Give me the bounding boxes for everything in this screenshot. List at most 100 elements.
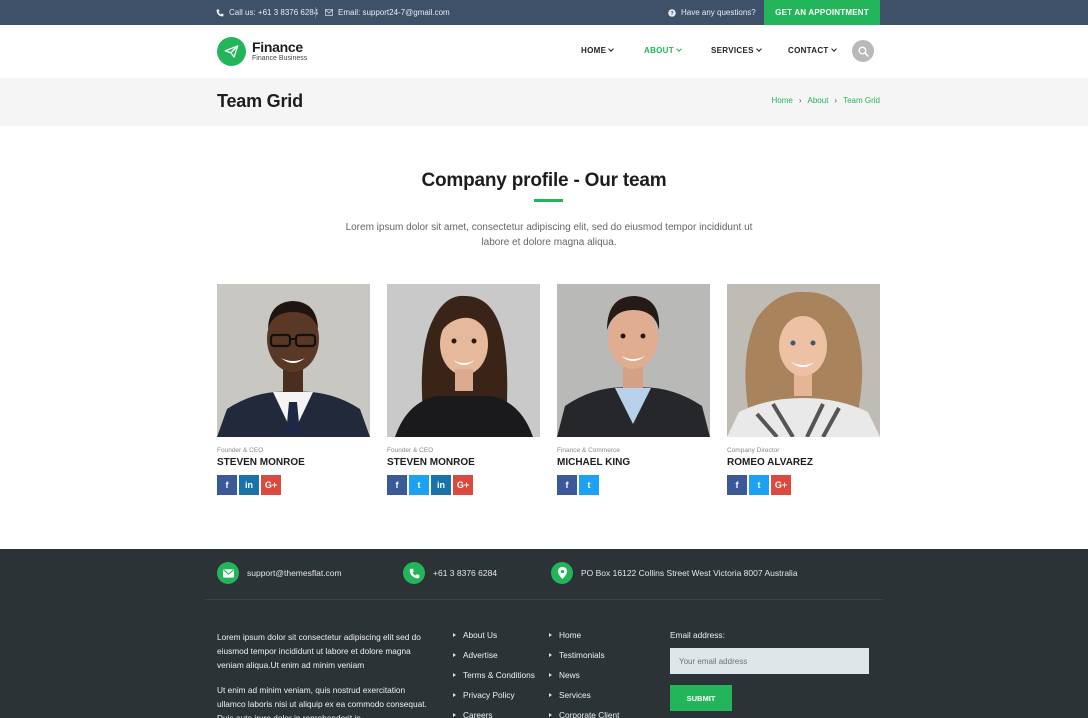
phone-icon <box>403 562 425 584</box>
team-member-name: STEVEN MONROE <box>387 457 475 468</box>
team-card: Finance & Commerce MICHAEL KING f t <box>557 284 710 495</box>
search-icon <box>857 45 869 57</box>
footer-address: PO Box 16122 Collins Street West Victori… <box>581 568 798 578</box>
map-pin-icon <box>551 562 573 584</box>
nav-about-label: ABOUT <box>644 46 674 55</box>
social-links: f in G+ <box>217 475 370 495</box>
brand-name: Finance <box>252 39 303 55</box>
email-text: Email: support24-7@gmail.com <box>338 8 450 17</box>
page-title: Team Grid <box>217 91 303 111</box>
chevron-down-icon <box>676 46 682 52</box>
envelope-icon <box>217 562 239 584</box>
footer-link[interactable]: Privacy Policy <box>453 690 535 710</box>
questions-text: Have any questions? <box>681 8 756 17</box>
newsletter-email-label: Email address: <box>670 630 725 640</box>
nav-home-label: HOME <box>581 46 607 55</box>
chevron-down-icon <box>830 46 837 52</box>
footer-link[interactable]: Testimonials <box>549 650 619 670</box>
chevron-down-icon <box>608 46 615 52</box>
google-plus-icon[interactable]: G+ <box>261 475 281 495</box>
topbar-divider <box>315 7 316 18</box>
social-links: f t <box>557 475 710 495</box>
call-us-text: Call us: +61 3 8376 6284 <box>229 8 319 17</box>
google-plus-icon[interactable]: G+ <box>771 475 791 495</box>
team-card: Founder & CEO STEVEN MONROE f in G+ <box>217 284 370 495</box>
footer-link[interactable]: Careers <box>453 710 535 718</box>
section-title: Company profile - Our team <box>421 170 667 191</box>
footer-email-contact: support@themesflat.com <box>217 562 342 584</box>
team-member-photo[interactable] <box>557 284 710 437</box>
footer-link[interactable]: Services <box>549 690 619 710</box>
breadcrumb-about[interactable]: About <box>808 96 829 105</box>
phone-icon <box>215 8 224 17</box>
nav-home[interactable]: HOME <box>581 46 615 55</box>
section-title-underline <box>534 199 563 202</box>
team-member-name: MICHAEL KING <box>557 457 631 468</box>
nav-about[interactable]: ABOUT <box>644 46 682 55</box>
paper-plane-icon <box>217 37 246 66</box>
footer-links-column-1: About Us Advertise Terms & Conditions Pr… <box>453 630 535 718</box>
team-member-name: STEVEN MONROE <box>217 457 305 468</box>
footer-link[interactable]: News <box>549 670 619 690</box>
nav-services[interactable]: SERVICES <box>711 46 762 55</box>
footer-email[interactable]: support@themesflat.com <box>247 568 342 578</box>
facebook-icon[interactable]: f <box>217 475 237 495</box>
breadcrumb: Home › About › Team Grid <box>772 96 881 105</box>
question-icon: ? <box>667 8 676 17</box>
team-member-role: Finance & Commerce <box>557 447 620 454</box>
social-links: f t G+ <box>727 475 880 495</box>
team-member-name: ROMEO ALVAREZ <box>727 457 813 468</box>
linkedin-icon[interactable]: in <box>239 475 259 495</box>
newsletter-submit-button[interactable]: SUBMIT <box>670 685 732 711</box>
logo[interactable]: Finance Finance Business <box>217 37 307 66</box>
facebook-icon[interactable]: f <box>727 475 747 495</box>
footer-link[interactable]: Corporate Client <box>549 710 619 718</box>
footer-links-column-2: Home Testimonials News Services Corporat… <box>549 630 619 718</box>
footer-phone[interactable]: +61 3 8376 6284 <box>433 568 497 578</box>
top-bar: Call us: +61 3 8376 6284 Email: support2… <box>0 0 1088 25</box>
footer-divider <box>205 599 883 600</box>
linkedin-icon[interactable]: in <box>431 475 451 495</box>
team-member-role: Founder & CEO <box>387 447 434 454</box>
team-card: Company Director ROMEO ALVAREZ f t G+ <box>727 284 880 495</box>
team-member-role: Founder & CEO <box>217 447 264 454</box>
twitter-icon[interactable]: t <box>579 475 599 495</box>
social-links: f t in G+ <box>387 475 540 495</box>
footer-about-paragraph: Ut enim ad minim veniam, quis nostrud ex… <box>217 685 427 718</box>
footer-link[interactable]: Home <box>549 630 619 650</box>
questions-info[interactable]: ? Have any questions? <box>667 0 756 25</box>
main-header: Finance Finance Business HOME ABOUT SERV… <box>0 25 1088 78</box>
team-member-photo[interactable] <box>387 284 540 437</box>
chevron-right-icon: › <box>798 96 802 105</box>
footer: support@themesflat.com +61 3 8376 6284 P… <box>0 549 1088 718</box>
envelope-icon <box>324 8 333 17</box>
nav-services-label: SERVICES <box>711 46 754 55</box>
footer-link[interactable]: Advertise <box>453 650 535 670</box>
google-plus-icon[interactable]: G+ <box>453 475 473 495</box>
team-member-photo[interactable] <box>217 284 370 437</box>
chevron-down-icon <box>755 46 762 52</box>
footer-link[interactable]: About Us <box>453 630 535 650</box>
footer-address-contact: PO Box 16122 Collins Street West Victori… <box>551 562 798 584</box>
breadcrumb-current: Team Grid <box>843 96 880 105</box>
team-card: Founder & CEO STEVEN MONROE f t in G+ <box>387 284 540 495</box>
footer-phone-contact: +61 3 8376 6284 <box>403 562 497 584</box>
twitter-icon[interactable]: t <box>409 475 429 495</box>
search-button[interactable] <box>852 40 874 62</box>
chevron-right-icon: › <box>834 96 838 105</box>
facebook-icon[interactable]: f <box>387 475 407 495</box>
section-description: Lorem ipsum dolor sit amet, consectetur … <box>345 222 753 248</box>
call-us-info: Call us: +61 3 8376 6284 <box>215 0 318 25</box>
facebook-icon[interactable]: f <box>557 475 577 495</box>
brand-tagline: Finance Business <box>252 55 308 62</box>
breadcrumb-home[interactable]: Home <box>772 96 793 105</box>
nav-contact[interactable]: CONTACT <box>788 46 837 55</box>
team-member-photo[interactable] <box>727 284 880 437</box>
twitter-icon[interactable]: t <box>749 475 769 495</box>
nav-contact-label: CONTACT <box>788 46 829 55</box>
page-title-band: Team Grid Home › About › Team Grid <box>0 78 1088 126</box>
newsletter-email-input[interactable] <box>670 648 869 674</box>
footer-about-paragraph: Lorem ipsum dolor sit consectetur adipis… <box>217 632 421 670</box>
footer-link[interactable]: Terms & Conditions <box>453 670 535 690</box>
get-appointment-button[interactable]: GET AN APPOINTMENT <box>764 0 880 25</box>
